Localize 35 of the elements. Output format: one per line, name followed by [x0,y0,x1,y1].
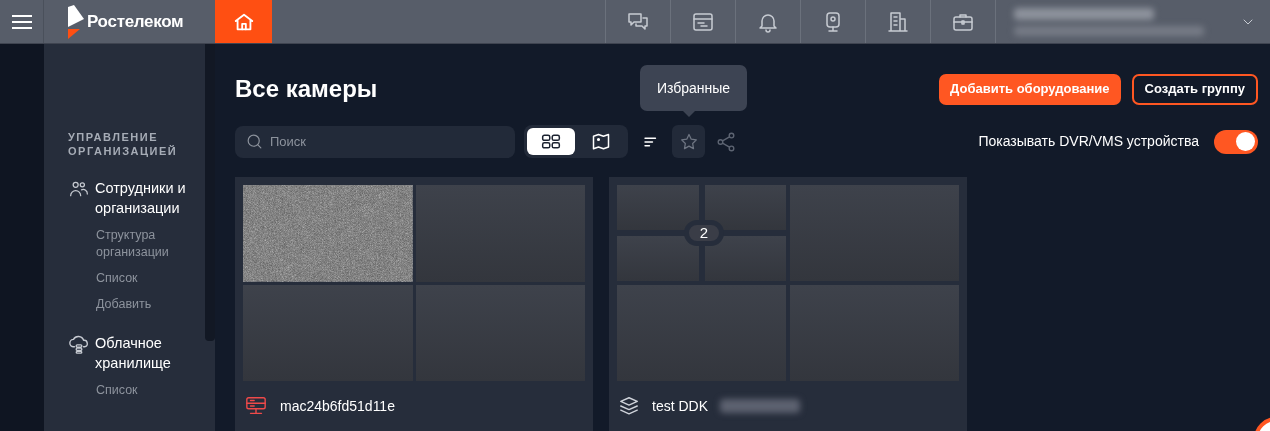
share-icon[interactable] [715,130,737,153]
card-title: mac24b6fd51d11e [280,396,395,416]
tooltip: Избранные [640,65,747,111]
layers-icon [618,395,640,417]
people-icon [68,179,90,199]
camera-card[interactable]: mac24b6fd51d11e [235,177,593,431]
page-title: Все камеры [235,74,378,104]
view-tab[interactable] [527,128,575,155]
sidebar-group[interactable]: Сотрудники и организации [95,178,205,218]
scrollbar[interactable] [205,44,215,341]
sidebar-item[interactable]: Добавить [96,296,196,313]
favorites-button[interactable] [672,125,705,158]
card-title: test DDK [652,396,708,416]
tooltip-arrow [683,111,695,117]
sidebar-group[interactable]: Облачное хранилище [95,333,205,373]
camera-card[interactable]: 2 test DDK [609,177,967,431]
dvr-toggle-label: Показывать DVR/VMS устройства [978,132,1199,151]
search-icon [245,132,264,151]
star-icon [678,131,699,152]
cloud-icon [68,333,90,355]
map-icon [590,131,612,152]
count-badge: 2 [684,220,724,246]
section-title: УПРАВЛЕНИЕ ОРГАНИЗАЦИЕЙ [68,130,179,158]
dvr-toggle[interactable] [1214,129,1258,154]
menu-icon [11,13,32,30]
logo-text: Ростелеком [87,10,184,33]
action-button[interactable]: Создать группу [1131,73,1258,105]
home-button[interactable] [215,0,272,43]
search-input[interactable]: Поиск [270,131,470,152]
server-icon [244,395,268,417]
sidebar-item[interactable]: Список [96,382,196,399]
sidebar-item[interactable]: Список [96,270,196,287]
sidebar-item[interactable]: Структура организации [96,227,196,261]
search-field[interactable]: Поиск [235,125,515,158]
building-icon [886,9,910,34]
